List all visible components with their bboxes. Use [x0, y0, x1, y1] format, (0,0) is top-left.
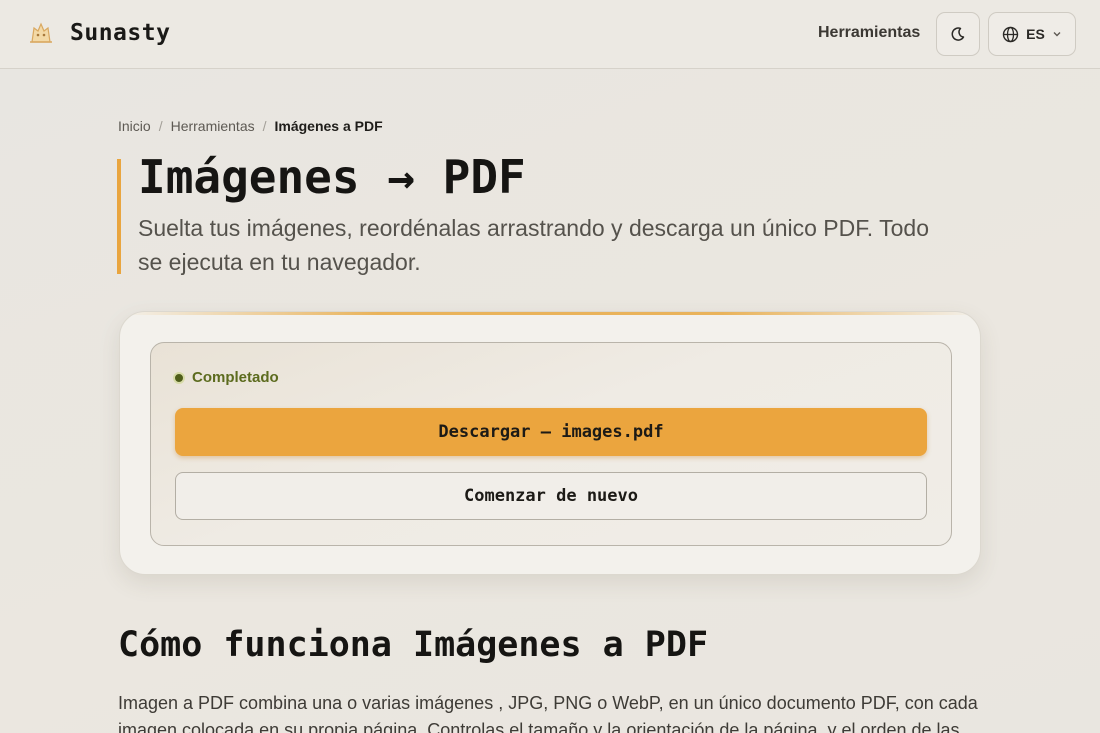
status-dot-icon [173, 371, 185, 384]
breadcrumb-home[interactable]: Inicio [118, 118, 151, 134]
language-select[interactable]: ES [988, 12, 1076, 56]
page-subtitle: Suelta tus imágenes, reordénalas arrastr… [138, 215, 929, 275]
theme-toggle-button[interactable] [936, 12, 980, 56]
section-body: Imagen a PDF combina una o varias imágen… [118, 693, 978, 733]
breadcrumb-separator: / [158, 118, 163, 134]
result-card: Completado Descargar — images.pdf Comenz… [119, 311, 981, 575]
breadcrumb: Inicio / Herramientas / Imágenes a PDF [118, 118, 383, 134]
title-accent-bar [117, 159, 121, 274]
logo-icon[interactable] [26, 18, 56, 48]
restart-button[interactable]: Comenzar de nuevo [175, 472, 927, 520]
card-accent-line [120, 312, 980, 315]
language-label: ES [1026, 26, 1045, 42]
result-panel: Completado Descargar — images.pdf Comenz… [150, 342, 952, 546]
breadcrumb-current: Imágenes a PDF [274, 118, 383, 134]
brand-name[interactable]: Sunasty [70, 20, 170, 46]
moon-icon [951, 27, 965, 41]
download-button[interactable]: Descargar — images.pdf [175, 408, 927, 456]
breadcrumb-tools[interactable]: Herramientas [171, 118, 255, 134]
globe-icon [1002, 26, 1019, 42]
chevron-down-icon [1053, 32, 1061, 37]
section-title: Cómo funciona Imágenes a PDF [118, 625, 709, 665]
page-title: Imágenes → PDF [138, 150, 526, 204]
status-label: Completado [192, 369, 279, 386]
nav-link-tools[interactable]: Herramientas [818, 24, 920, 42]
status-badge: Completado [173, 369, 279, 386]
site-header: Sunasty Herramientas ES [0, 0, 1100, 69]
breadcrumb-separator: / [262, 118, 267, 134]
